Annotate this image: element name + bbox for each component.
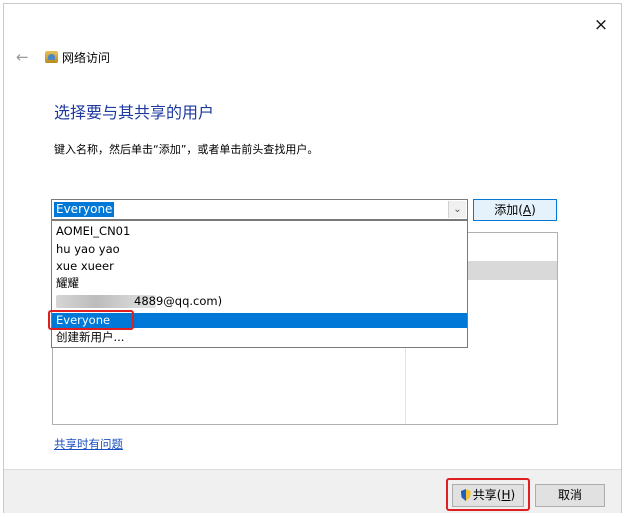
- dropdown-item-hu-yao-yao[interactable]: hu yao yao: [52, 242, 467, 257]
- network-folder-icon: [45, 51, 58, 63]
- add-button[interactable]: 添加(A): [473, 199, 557, 221]
- page-heading: 选择要与其共享的用户: [54, 103, 215, 122]
- user-combo-box[interactable]: Everyone ⌄: [51, 199, 468, 220]
- close-button[interactable]: ×: [583, 10, 619, 40]
- chevron-down-icon[interactable]: ⌄: [448, 201, 466, 218]
- add-button-hotkey: A: [522, 203, 532, 217]
- close-icon: ×: [593, 15, 609, 35]
- dropdown-item-aomei[interactable]: AOMEI_CN01: [52, 224, 467, 239]
- cancel-button[interactable]: 取消: [535, 484, 605, 507]
- qq-account-text: 4889@qq.com): [134, 294, 223, 308]
- back-arrow-icon[interactable]: ←: [16, 48, 29, 66]
- everyone-highlight-box: [48, 310, 134, 330]
- instruction-text: 键入名称，然后单击“添加”，或者单击前头查找用户。: [54, 143, 319, 156]
- list-row-highlight[interactable]: [467, 261, 557, 280]
- sharing-problem-link[interactable]: 共享时有问题: [54, 436, 123, 452]
- combo-value[interactable]: Everyone: [54, 202, 115, 217]
- dropdown-item-yaoyao[interactable]: 耀耀: [52, 276, 467, 291]
- share-highlight-box: [446, 478, 530, 511]
- network-access-dialog: × ← 网络访问 选择要与其共享的用户 键入名称，然后单击“添加”，或者单击前头…: [3, 3, 622, 513]
- window-title: 网络访问: [62, 51, 111, 65]
- dropdown-item-qq-account[interactable]: 4889@qq.com): [52, 294, 467, 309]
- dropdown-item-create-user[interactable]: 创建新用户...: [52, 330, 467, 345]
- add-button-label-suffix: ): [531, 203, 536, 217]
- dropdown-item-xue-xueer[interactable]: xue xueer: [52, 259, 467, 274]
- add-button-label-prefix: 添加(: [494, 203, 523, 217]
